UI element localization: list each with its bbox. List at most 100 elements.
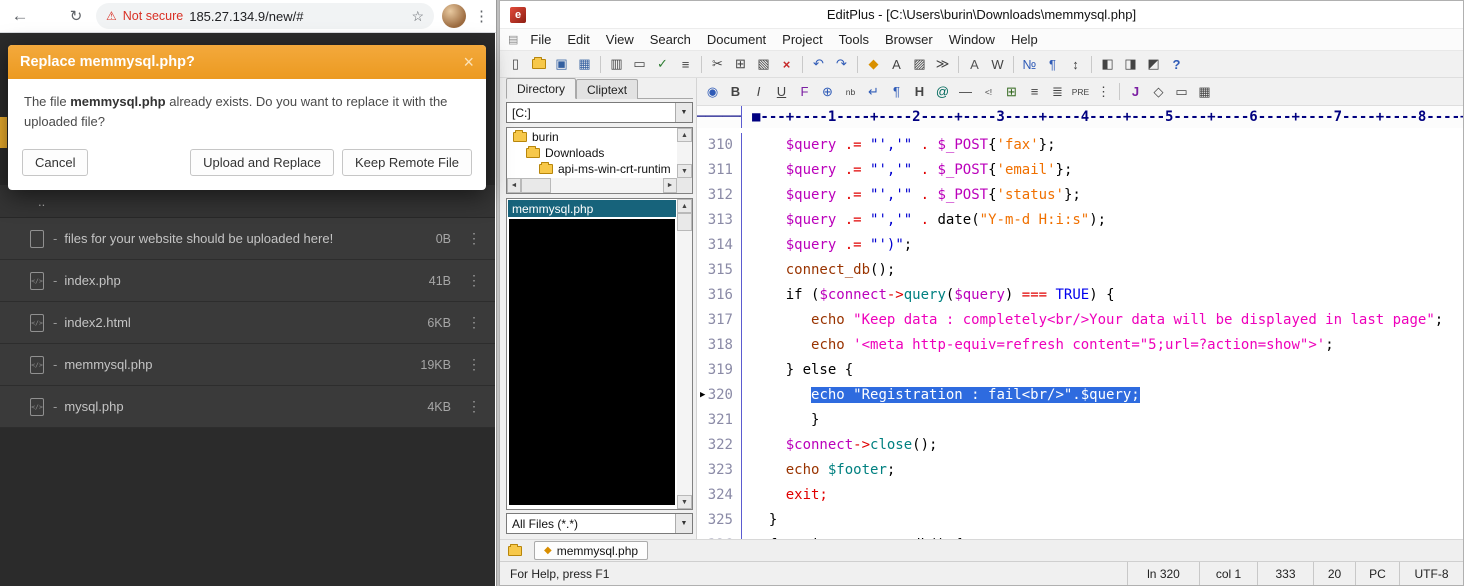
- menu-project[interactable]: Project: [774, 32, 830, 47]
- bookmark-star-icon[interactable]: ☆: [411, 8, 424, 25]
- menu-help[interactable]: Help: [1003, 32, 1046, 47]
- break-tag-icon[interactable]: ↵: [862, 81, 885, 103]
- line-numbers-icon[interactable]: №: [1018, 53, 1041, 75]
- open-file-icon[interactable]: [527, 53, 550, 75]
- font-icon[interactable]: A: [963, 53, 986, 75]
- scroll-left-icon[interactable]: ◄: [507, 178, 521, 193]
- table-grid-icon[interactable]: ▦: [1193, 81, 1216, 103]
- find-in-files-icon[interactable]: ▨: [908, 53, 931, 75]
- address-bar[interactable]: ⚠ Not secure 185.27.134.9/new/# ☆: [96, 3, 434, 29]
- scroll-right-icon[interactable]: ►: [663, 178, 677, 193]
- code-area[interactable]: 310 $query .= "','" . $_POST{'fax'};311 …: [697, 128, 1463, 539]
- print-icon[interactable]: ▥: [605, 53, 628, 75]
- menu-view[interactable]: View: [598, 32, 642, 47]
- view-in-browser-icon[interactable]: ◉: [701, 81, 724, 103]
- keep-remote-button[interactable]: Keep Remote File: [342, 149, 472, 176]
- menu-window[interactable]: Window: [941, 32, 1003, 47]
- menu-search[interactable]: Search: [642, 32, 699, 47]
- menu-edit[interactable]: Edit: [559, 32, 597, 47]
- comment-tag-icon[interactable]: <!: [977, 81, 1000, 103]
- delete-icon[interactable]: ×: [775, 53, 798, 75]
- scroll-up-icon[interactable]: ▲: [677, 128, 692, 142]
- new-file-icon[interactable]: ▯: [504, 53, 527, 75]
- row-menu-icon[interactable]: ⋮: [467, 272, 481, 289]
- upload-replace-button[interactable]: Upload and Replace: [190, 149, 334, 176]
- back-icon[interactable]: ←: [8, 6, 32, 26]
- file-filter-selector[interactable]: All Files (*.*) ▼: [506, 513, 693, 534]
- row-menu-icon[interactable]: ⋮: [467, 356, 481, 373]
- list-vertical-scrollbar[interactable]: ▲ ▼: [677, 199, 692, 509]
- menu-document[interactable]: Document: [699, 32, 774, 47]
- nbsp-icon[interactable]: nb: [839, 81, 862, 103]
- align-right-icon[interactable]: ≣: [1046, 81, 1069, 103]
- paragraph-tag-icon[interactable]: ¶: [885, 81, 908, 103]
- redo-icon[interactable]: ↷: [830, 53, 853, 75]
- close-icon[interactable]: ×: [463, 52, 474, 73]
- goto-icon[interactable]: ≫: [931, 53, 954, 75]
- tree-item-api-ms-win-crt-runtim[interactable]: api-ms-win-crt-runtim: [508, 161, 676, 177]
- replace-icon[interactable]: A: [885, 53, 908, 75]
- italic-icon[interactable]: I: [747, 81, 770, 103]
- menu-browser[interactable]: Browser: [877, 32, 941, 47]
- list-tag-icon[interactable]: ⋮: [1092, 81, 1115, 103]
- cancel-button[interactable]: Cancel: [22, 149, 88, 176]
- special-chars-icon[interactable]: ¶: [1041, 53, 1064, 75]
- security-label[interactable]: Not secure: [123, 9, 183, 23]
- anchor-tag-icon[interactable]: @: [931, 81, 954, 103]
- file-row[interactable]: </>-memmysql.php19KB⋮: [0, 344, 495, 386]
- panel-toggle-icon[interactable]: ▭: [1170, 81, 1193, 103]
- split-window-icon[interactable]: ◧: [1096, 53, 1119, 75]
- profile-avatar[interactable]: [442, 4, 466, 28]
- chevron-down-icon[interactable]: ▼: [675, 514, 692, 533]
- scroll-up-icon[interactable]: ▲: [677, 199, 692, 213]
- tree-vertical-scrollbar[interactable]: ▲ ▼: [677, 128, 692, 178]
- file-row[interactable]: -files for your website should be upload…: [0, 218, 495, 260]
- full-screen-icon[interactable]: ≡: [674, 53, 697, 75]
- row-menu-icon[interactable]: ⋮: [467, 230, 481, 247]
- tab-cliptext[interactable]: Cliptext: [576, 79, 638, 99]
- globe-icon[interactable]: ⊕: [816, 81, 839, 103]
- browser-menu-icon[interactable]: ⋮: [474, 7, 486, 25]
- tree-horizontal-scrollbar[interactable]: ◄ ►: [507, 178, 677, 193]
- row-menu-icon[interactable]: ⋮: [467, 398, 481, 415]
- align-left-icon[interactable]: ≡: [1023, 81, 1046, 103]
- find-icon[interactable]: ◆: [862, 53, 885, 75]
- spell-check-icon[interactable]: ✓: [651, 53, 674, 75]
- reload-icon[interactable]: ↻: [64, 7, 88, 25]
- print-preview-icon[interactable]: ▭: [628, 53, 651, 75]
- folder-icon[interactable]: [508, 546, 522, 556]
- tree-item-downloads[interactable]: Downloads: [508, 145, 676, 161]
- pre-tag-icon[interactable]: PRE: [1069, 81, 1092, 103]
- file-row[interactable]: </>-index.php41B⋮: [0, 260, 495, 302]
- url-text[interactable]: 185.27.134.9/new/#: [189, 9, 405, 24]
- hr-tag-icon[interactable]: —: [954, 81, 977, 103]
- word-wrap-icon[interactable]: W: [986, 53, 1009, 75]
- script-tag-icon[interactable]: J: [1124, 81, 1147, 103]
- tab-directory[interactable]: Directory: [506, 78, 576, 99]
- menu-file[interactable]: File: [522, 32, 559, 47]
- scroll-down-icon[interactable]: ▼: [677, 495, 692, 509]
- cascade-window-icon[interactable]: ◩: [1142, 53, 1165, 75]
- bold-icon[interactable]: B: [724, 81, 747, 103]
- scroll-down-icon[interactable]: ▼: [677, 164, 692, 178]
- drive-selector[interactable]: [C:] ▼: [506, 102, 693, 123]
- file-row[interactable]: </>-index2.html6KB⋮: [0, 302, 495, 344]
- copy-icon[interactable]: ⊞: [729, 53, 752, 75]
- tile-window-icon[interactable]: ◨: [1119, 53, 1142, 75]
- menu-tools[interactable]: Tools: [831, 32, 877, 47]
- font-tag-icon[interactable]: F: [793, 81, 816, 103]
- scroll-thumb[interactable]: [677, 213, 692, 231]
- document-tab[interactable]: ◆ memmysql.php: [534, 541, 648, 560]
- save-all-icon[interactable]: ▦: [573, 53, 596, 75]
- sort-icon[interactable]: ↕: [1064, 53, 1087, 75]
- tree-item-burin[interactable]: burin: [508, 129, 676, 145]
- help-icon[interactable]: ?: [1165, 53, 1188, 75]
- snippet-icon[interactable]: ◇: [1147, 81, 1170, 103]
- row-menu-icon[interactable]: ⋮: [467, 314, 481, 331]
- file-row[interactable]: </>-mysql.php4KB⋮: [0, 386, 495, 428]
- cut-icon[interactable]: ✂: [706, 53, 729, 75]
- table-tag-icon[interactable]: ⊞: [1000, 81, 1023, 103]
- paste-icon[interactable]: ▧: [752, 53, 775, 75]
- selected-file-item[interactable]: memmysql.php: [508, 200, 676, 217]
- undo-icon[interactable]: ↶: [807, 53, 830, 75]
